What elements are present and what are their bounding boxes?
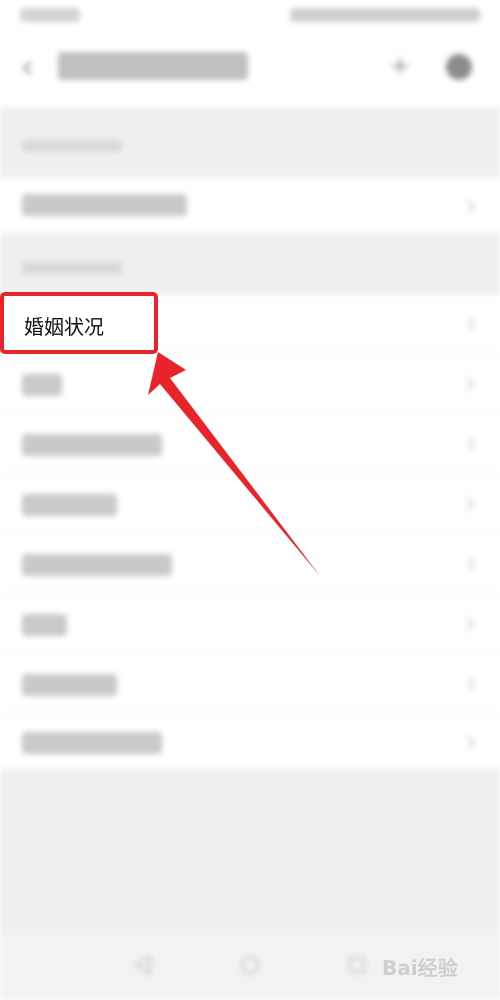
status-bar <box>0 0 500 36</box>
list-item[interactable] <box>0 594 500 654</box>
more-icon[interactable] <box>446 54 472 80</box>
section-label-1 <box>22 140 122 152</box>
list-item-label <box>22 194 187 216</box>
list-item-label <box>22 434 162 456</box>
back-arrow-icon[interactable] <box>20 60 36 76</box>
watermark-text: Bai经验 <box>382 956 458 980</box>
section-header-2 <box>0 234 500 294</box>
list-item[interactable] <box>0 414 500 474</box>
chevron-right-icon <box>467 677 476 691</box>
chevron-right-icon <box>467 437 476 451</box>
list-item-label <box>22 494 117 516</box>
home-nav-icon[interactable] <box>239 954 261 976</box>
chevron-right-icon <box>467 317 476 331</box>
list-item-label <box>22 614 67 636</box>
recents-nav-icon[interactable] <box>346 954 368 976</box>
add-icon[interactable] <box>388 54 412 78</box>
list-item-label <box>22 374 62 396</box>
section-label-2 <box>22 262 122 274</box>
list-item[interactable] <box>0 354 500 414</box>
title-bar <box>0 36 500 108</box>
chevron-right-icon <box>467 377 476 391</box>
page-title <box>58 52 248 80</box>
chevron-right-icon <box>467 199 476 213</box>
list-item[interactable] <box>0 534 500 594</box>
status-time <box>20 8 80 22</box>
list-item-label <box>22 732 162 754</box>
highlighted-item-label: 婚姻状况 <box>24 315 104 339</box>
section-header-1 <box>0 108 500 178</box>
back-nav-icon[interactable] <box>132 954 154 976</box>
watermark: Bai经验 <box>382 946 492 982</box>
list-item-label <box>22 554 172 576</box>
list-item[interactable] <box>0 714 500 770</box>
screen: 婚姻状况 Bai经验 <box>0 0 500 1000</box>
chevron-right-icon <box>467 617 476 631</box>
status-icons <box>290 8 480 22</box>
chevron-right-icon <box>467 497 476 511</box>
chevron-right-icon <box>467 557 476 571</box>
list-item[interactable] <box>0 654 500 714</box>
list-item[interactable] <box>0 474 500 534</box>
list-item-label <box>22 674 117 696</box>
highlighted-item[interactable]: 婚姻状况 <box>0 292 158 354</box>
list-item[interactable] <box>0 178 500 234</box>
chevron-right-icon <box>467 735 476 749</box>
